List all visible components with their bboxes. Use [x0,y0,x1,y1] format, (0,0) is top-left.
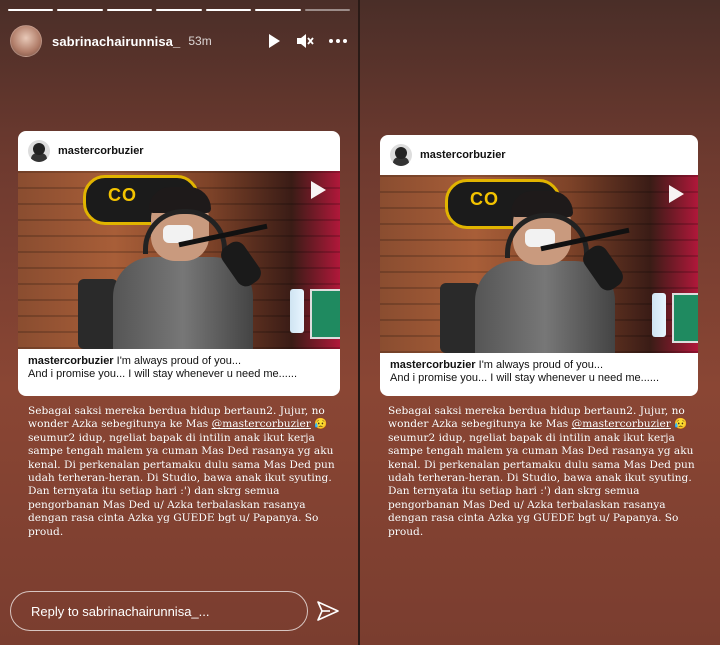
story-progress [8,9,350,11]
caption-username: mastercorbuzier [28,355,114,367]
progress-segment [205,9,252,11]
mention-link[interactable]: @mastercorbuzier [212,418,311,430]
post-avatar [28,140,50,162]
avatar[interactable] [10,25,42,57]
post-username[interactable]: mastercorbuzier [420,149,506,161]
post-caption: mastercorbuzier I'm always proud of you.… [18,349,340,381]
progress-segment [304,9,350,11]
more-icon[interactable] [328,38,348,44]
embedded-post[interactable]: mastercorbuzier CO mastercorbuzier I'm a… [18,131,340,396]
story-text: Sebagai saksi mereka berdua hidup bertau… [388,405,698,539]
mute-icon[interactable] [296,33,314,49]
caption-line2: And i promise you... I will stay wheneve… [28,368,298,380]
post-caption: mastercorbuzier I'm always proud of you.… [380,353,698,385]
reply-placeholder: Reply to sabrinachairunnisa_... [31,603,210,619]
progress-segment [106,9,153,11]
progress-segment [255,9,301,11]
water-bottle [652,293,666,337]
send-icon[interactable] [316,600,340,627]
post-header: mastercorbuzier [18,131,340,171]
story-viewer: sabrinachairunnisa_ 53m mastercorbuzier … [0,0,358,645]
progress-segment [57,9,103,11]
story-time: 53m [188,34,212,48]
post-header: mastercorbuzier [380,135,698,175]
emoji: 😥 [314,418,328,431]
story-text: Sebagai saksi mereka berdua hidup bertau… [28,405,338,539]
embedded-post[interactable]: mastercorbuzier CO mastercorbuzier I'm a… [380,135,698,396]
caption-line1: I'm always proud of you... [475,359,604,371]
chair [440,283,480,353]
story-text-part2: seumur2 idup, ngeliat bapak di intilin a… [28,431,335,538]
story-username[interactable]: sabrinachairunnisa_ [52,34,180,49]
post-username[interactable]: mastercorbuzier [58,145,144,157]
story-text-part2: seumur2 idup, ngeliat bapak di intilin a… [388,431,695,538]
caption-line2: And i promise you... I will stay wheneve… [390,372,660,384]
mention-link[interactable]: @mastercorbuzier [572,418,671,430]
water-bottle [290,289,304,333]
chair [78,279,118,349]
post-video[interactable]: CO [380,175,698,353]
video-play-icon[interactable] [664,183,686,210]
story-content-copy: mastercorbuzier CO mastercorbuzier I'm a… [360,0,720,645]
story-header: sabrinachairunnisa_ 53m [10,24,348,58]
green-box [310,289,340,339]
reply-input[interactable]: Reply to sabrinachairunnisa_... [10,591,308,631]
video-play-icon[interactable] [306,179,328,206]
progress-segment [156,9,202,11]
post-avatar [390,144,412,166]
play-icon[interactable] [266,33,282,49]
progress-segment [8,9,54,11]
story-controls [266,33,348,49]
caption-line1: I'm always proud of you... [113,355,242,367]
post-video[interactable]: CO [18,171,340,349]
caption-username: mastercorbuzier [390,359,476,371]
green-box [672,293,698,343]
emoji: 😥 [674,418,688,431]
